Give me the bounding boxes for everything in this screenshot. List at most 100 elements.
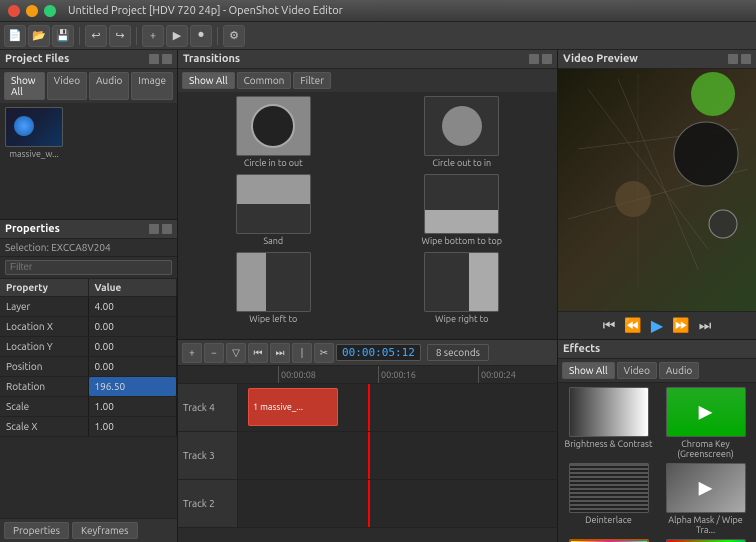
filter-button[interactable]: ▽ [226, 343, 246, 363]
timeline-clip[interactable]: 1 massive_... [248, 388, 338, 426]
import-button[interactable]: + [142, 25, 164, 47]
forward-button[interactable]: ⏭ [270, 343, 290, 363]
preview-controls: ⏮ ⏪ ▶ ⏩ ⏭ [558, 311, 756, 339]
open-button[interactable]: 📂 [28, 25, 50, 47]
preview-title: Video Preview [563, 53, 638, 65]
tab-common-trans[interactable]: Common [237, 72, 292, 89]
table-row[interactable]: Rotation196.50 [0, 377, 177, 397]
transition-item[interactable]: Circle in to out [182, 96, 365, 168]
project-files-icon-2[interactable] [162, 54, 172, 64]
transitions-icon-2[interactable] [542, 54, 552, 64]
table-row[interactable]: Position0.00 [0, 357, 177, 377]
maximize-button[interactable] [44, 5, 56, 17]
table-row[interactable]: Scale1.00 [0, 397, 177, 417]
properties-icon-1[interactable] [149, 224, 159, 234]
minimize-button[interactable] [26, 5, 38, 17]
transition-thumbnail [424, 96, 499, 156]
tab-audio-files[interactable]: Audio [89, 72, 129, 100]
rewind-button[interactable]: ⏮ [248, 343, 268, 363]
track-label: Track 4 [178, 384, 238, 431]
value-cell[interactable]: 0.00 [89, 357, 178, 376]
table-row[interactable]: Location X0.00 [0, 317, 177, 337]
project-files-section: Project Files Show All Video Audio Image… [0, 50, 177, 220]
tab-video-files[interactable]: Video [47, 72, 87, 100]
transition-item[interactable]: Wipe bottom to top [371, 174, 554, 246]
redo-button[interactable]: ↪ [109, 25, 131, 47]
effect-item[interactable]: Deinterlace [562, 463, 655, 535]
effect-item[interactable]: Brightness & Contrast [562, 387, 655, 459]
transitions-header: Transitions [178, 50, 557, 69]
transitions-title: Transitions [183, 53, 240, 65]
value-col-header: Value [89, 279, 178, 296]
save-button[interactable]: 💾 [52, 25, 74, 47]
timeline-ruler: 00:00:0800:00:1600:00:2400:00:32 [178, 366, 557, 384]
tab-audio-effects[interactable]: Audio [659, 362, 699, 379]
value-cell[interactable]: 4.00 [89, 297, 178, 316]
project-files-icon-1[interactable] [149, 54, 159, 64]
table-row[interactable]: Scale X1.00 [0, 417, 177, 437]
transition-item[interactable]: Circle out to in [371, 96, 554, 168]
tab-properties[interactable]: Properties [4, 522, 69, 539]
value-cell[interactable]: 0.00 [89, 317, 178, 336]
value-cell[interactable]: 196.50 [89, 377, 178, 396]
close-button[interactable] [8, 5, 20, 17]
track-content[interactable] [238, 480, 557, 527]
tab-show-all-effects[interactable]: Show All [562, 362, 615, 379]
timeline-tracks[interactable]: Track 41 massive_...Track 3Track 2 [178, 384, 557, 542]
transitions-scroll[interactable]: Circle in to outCircle out to inSandWipe… [178, 92, 557, 339]
razor-button[interactable]: ✂ [314, 343, 334, 363]
add-track-button[interactable]: + [182, 343, 202, 363]
video-preview-section: Video Preview [558, 50, 756, 340]
table-row[interactable]: Layer4.00 [0, 297, 177, 317]
file-item[interactable]: massive_w... [4, 107, 64, 215]
transition-item[interactable]: Wipe right to [371, 252, 554, 324]
tab-show-all-files[interactable]: Show All [4, 72, 45, 100]
track-content[interactable] [238, 432, 557, 479]
toolbar-separator-3 [217, 27, 218, 45]
preferences-button[interactable]: ⚙ [223, 25, 245, 47]
preview-icon-2[interactable] [741, 54, 751, 64]
fast-forward-button[interactable]: ⏩ [671, 317, 691, 334]
remove-track-button[interactable]: − [204, 343, 224, 363]
properties-icon-2[interactable] [162, 224, 172, 234]
effect-item[interactable]: Chroma Key (Greenscreen) [659, 387, 752, 459]
property-cell: Position [0, 357, 89, 376]
tab-show-all-trans[interactable]: Show All [182, 72, 235, 89]
play-button[interactable]: ▶ [647, 316, 667, 335]
rewind-prev-button[interactable]: ⏪ [623, 317, 643, 334]
transition-item[interactable]: Wipe left to [182, 252, 365, 324]
skip-back-button[interactable]: ⏮ [599, 317, 619, 334]
track-content[interactable]: 1 massive_... [238, 384, 557, 431]
properties-table: Layer4.00Location X0.00Location Y0.00Pos… [0, 297, 177, 518]
properties-filter-input[interactable] [5, 260, 172, 275]
tab-video-effects[interactable]: Video [617, 362, 657, 379]
playhead [368, 480, 370, 527]
tab-image-files[interactable]: Image [131, 72, 173, 100]
marker-button[interactable]: | [292, 343, 312, 363]
main-toolbar: 📄 📂 💾 ↩ ↪ + ▶ ⏺ ⚙ [0, 22, 756, 50]
value-cell[interactable]: 0.00 [89, 337, 178, 356]
record-button[interactable]: ⏺ [190, 25, 212, 47]
skip-end-button[interactable]: ⏭ [695, 317, 715, 334]
effect-thumbnail [569, 463, 649, 513]
table-row[interactable]: Location Y0.00 [0, 337, 177, 357]
effect-item[interactable]: Alpha Mask / Wipe Tra... [659, 463, 752, 535]
property-cell: Location Y [0, 337, 89, 356]
transition-item[interactable]: Sand [182, 174, 365, 246]
undo-button[interactable]: ↩ [85, 25, 107, 47]
transitions-icon-1[interactable] [529, 54, 539, 64]
effects-header: Effects [558, 340, 756, 359]
transition-label: Wipe bottom to top [421, 236, 502, 246]
timeline-section: + − ▽ ⏮ ⏭ | ✂ 00:00:05:12 8 seconds 00:0… [178, 340, 557, 542]
properties-column-headers: Property Value [0, 279, 177, 297]
tab-keyframes[interactable]: Keyframes [72, 522, 138, 539]
value-cell[interactable]: 1.00 [89, 417, 178, 436]
value-cell[interactable]: 1.00 [89, 397, 178, 416]
effects-section: Effects Show All Video Audio Brightness … [558, 340, 756, 542]
tab-filter-trans[interactable]: Filter [293, 72, 331, 89]
properties-filter[interactable] [0, 257, 177, 279]
preview-icon-1[interactable] [728, 54, 738, 64]
export-button[interactable]: ▶ [166, 25, 188, 47]
transition-label: Wipe left to [249, 314, 297, 324]
new-button[interactable]: 📄 [4, 25, 26, 47]
